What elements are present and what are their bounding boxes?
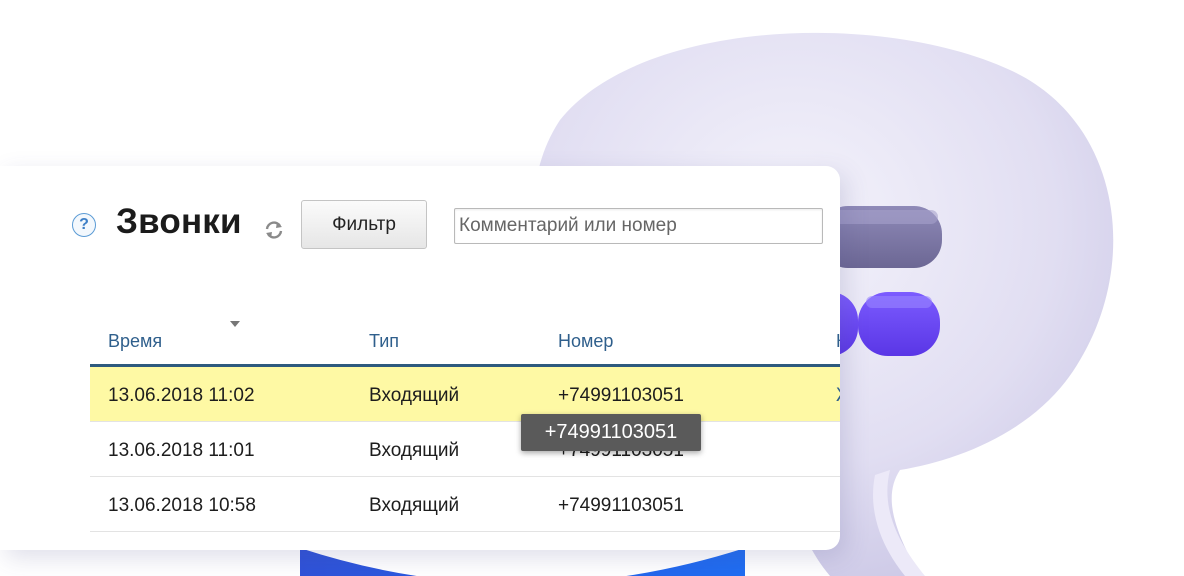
- page-title: Звонки: [116, 202, 242, 241]
- call-time: 13.06.2018 10:58: [108, 495, 256, 516]
- refresh-icon[interactable]: [263, 219, 285, 241]
- calls-panel: ? Звонки Фильтр Время Тип Номер К 13.06.…: [0, 166, 840, 550]
- call-number[interactable]: +74991103051: [558, 495, 684, 517]
- call-time: 13.06.2018 11:01: [108, 440, 255, 461]
- call-type: Входящий: [369, 385, 460, 406]
- table-row[interactable]: 13.06.2018 11:02 Входящий +74991103051 Ж: [90, 367, 840, 422]
- call-number[interactable]: +74991103051: [558, 385, 684, 407]
- call-comment[interactable]: Ж: [836, 385, 840, 407]
- column-header-time[interactable]: Время: [108, 331, 162, 352]
- filter-button[interactable]: Фильтр: [301, 200, 427, 249]
- search-input[interactable]: [454, 208, 823, 244]
- table-row[interactable]: 13.06.2018 11:01 Входящий +74991103051: [90, 422, 840, 477]
- number-tooltip: +74991103051: [521, 414, 701, 451]
- table-row[interactable]: 13.06.2018 10:58 Входящий +74991103051: [90, 477, 840, 532]
- column-header-type[interactable]: Тип: [369, 331, 399, 352]
- question-icon[interactable]: ?: [72, 213, 96, 237]
- column-header-number[interactable]: Номер: [558, 331, 613, 352]
- sort-down-icon[interactable]: [230, 321, 240, 327]
- column-header-comment[interactable]: К: [836, 331, 840, 352]
- call-type: Входящий: [369, 440, 460, 461]
- table-header: Время Тип Номер К: [90, 316, 840, 367]
- call-type: Входящий: [369, 495, 460, 516]
- calls-table: Время Тип Номер К 13.06.2018 11:02 Входя…: [90, 316, 840, 532]
- call-time: 13.06.2018 11:02: [108, 385, 255, 406]
